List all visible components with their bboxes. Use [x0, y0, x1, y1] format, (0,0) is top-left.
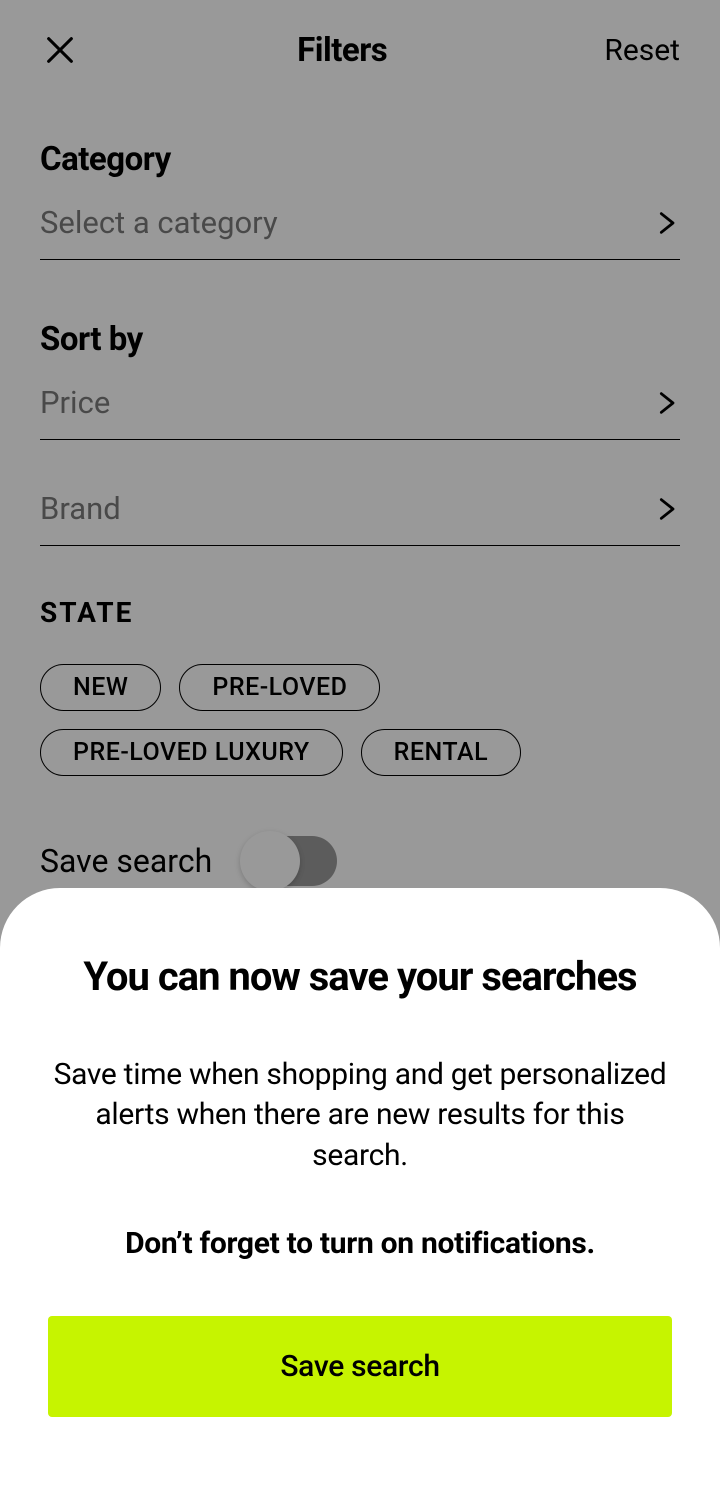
save-search-sheet: You can now save your searches Save time… — [0, 888, 720, 1507]
save-search-button[interactable]: Save search — [48, 1316, 672, 1417]
sheet-body: Save time when shopping and get personal… — [48, 1055, 672, 1177]
sheet-title: You can now save your searches — [48, 953, 672, 1000]
sheet-note: Don’t forget to turn on notifications. — [48, 1226, 672, 1261]
